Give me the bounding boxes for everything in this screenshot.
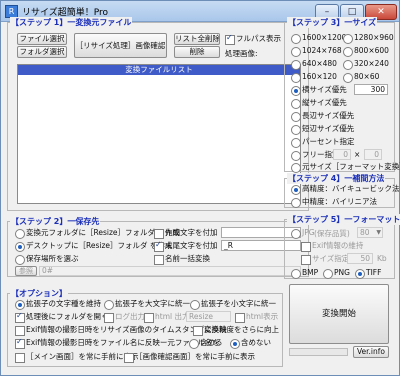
free-x-label: ×	[354, 150, 361, 159]
size-160-radio[interactable]: 160×120	[291, 72, 337, 83]
prefix-checkbox[interactable]: 先頭文字を付加	[154, 228, 218, 239]
suffix-checkbox[interactable]: 末尾文字を付加	[154, 240, 218, 252]
jpg-radio[interactable]: JPG	[291, 228, 315, 239]
size-limit-checkbox[interactable]: サイズ指定	[301, 254, 349, 265]
size-640-radio[interactable]: 640×480	[291, 59, 337, 70]
options-legend: 【オプション】	[10, 288, 68, 299]
size-1280-radio[interactable]: 1280×960	[343, 33, 394, 44]
main-window: R リサイズ超簡単！Pro – □ ✕ 【ステップ 1】一変換元ファイル ファイ…	[0, 0, 400, 376]
file-list[interactable]: 変換ファイルリスト	[17, 64, 301, 204]
ext-upper-radio[interactable]: 拡張子を大文字に統一	[104, 299, 190, 310]
include-original-radio[interactable]: 含める	[189, 338, 223, 349]
width-priority-radio[interactable]: 横サイズ優先	[291, 85, 347, 96]
chevron-down-icon: ▼	[376, 229, 381, 236]
short-side-priority-radio[interactable]: 短辺サイズ優先	[291, 124, 354, 135]
full-path-checkbox[interactable]: フルパス表示	[225, 33, 281, 45]
exif-keep-checkbox[interactable]: Exif情報の維持	[301, 241, 363, 252]
progress-bar	[289, 348, 348, 356]
version-info-button[interactable]: Ver.info	[353, 346, 389, 358]
long-side-priority-radio[interactable]: 長辺サイズ優先	[291, 111, 354, 122]
height-priority-radio[interactable]: 縦サイズ優先	[291, 98, 347, 109]
ext-keep-radio[interactable]: 拡張子の文字種を維持	[15, 299, 101, 310]
log-output-checkbox[interactable]: ログ出力	[104, 312, 145, 323]
size-unit-label: Kb	[377, 254, 387, 263]
size-80-radio[interactable]: 80×60	[343, 72, 379, 83]
html-output-checkbox[interactable]: html 出力	[144, 312, 189, 323]
size-800-radio[interactable]: 800×600	[343, 46, 389, 57]
confirm-front-checkbox[interactable]: ［画像確認画面］を常に手前に表示	[124, 352, 255, 363]
html-show-checkbox[interactable]: html表示	[235, 312, 278, 323]
jpg-quality-label: (保存品質)	[314, 229, 350, 238]
bmp-radio[interactable]: BMP	[291, 268, 318, 279]
resize-confirm-button[interactable]: ［リサイズ処理］画像確認	[74, 33, 167, 58]
list-clear-all-button[interactable]: リスト全削除	[174, 33, 220, 45]
file-list-header: 変換ファイルリスト	[18, 65, 300, 75]
log-name-input[interactable]: Resize	[186, 311, 231, 322]
original-size-radio[interactable]: 元サイズ［フォーマット変換］	[291, 162, 400, 173]
step1-legend: 【ステップ 1】一変換元ファイル	[10, 17, 133, 28]
free-height-input[interactable]: 0	[364, 149, 382, 160]
width-value-input[interactable]: 300	[354, 84, 388, 95]
convert-start-button[interactable]: 変換開始	[289, 284, 389, 344]
percent-radio[interactable]: パーセント指定	[291, 137, 355, 148]
step3-legend: 【ステップ 3】一サイズ	[287, 17, 378, 28]
exclude-original-radio[interactable]: 含めない	[230, 338, 271, 349]
browse-button[interactable]: 参照	[15, 266, 37, 276]
bilinear-radio[interactable]: 中精度：バイリニア法	[291, 197, 377, 208]
save-path-input[interactable]: 0#	[39, 266, 301, 276]
jpg-quality-value: 80	[360, 228, 370, 237]
size-limit-input[interactable]: 50	[347, 253, 373, 264]
step4-legend: 【ステップ 4】一補間方法	[287, 173, 386, 184]
file-select-button[interactable]: ファイル選択	[17, 33, 67, 45]
folder-select-button[interactable]: フォルダ選択	[17, 46, 67, 58]
main-front-checkbox[interactable]: ［メイン画面］を常に手前に表示	[15, 352, 139, 363]
save-desktop-radio[interactable]: デスクトップに［Resize］フォルダ を作成	[15, 241, 172, 252]
jpg-quality-select[interactable]: 80 ▼	[357, 227, 383, 238]
size-1024-radio[interactable]: 1024×768	[291, 46, 342, 57]
delete-button[interactable]: 削除	[174, 46, 220, 58]
step5-legend: 【ステップ 5】一フォーマット	[287, 214, 400, 225]
ext-lower-radio[interactable]: 拡張子を小文字に統一	[190, 299, 276, 310]
conversion-speed-checkbox[interactable]: 変換精度をさらに向上	[193, 325, 279, 336]
open-folder-checkbox[interactable]: 処理後にフォルダを開く	[15, 311, 109, 323]
tiff-radio[interactable]: TIFF	[355, 268, 381, 279]
size-320-radio[interactable]: 320×240	[343, 59, 389, 70]
size-1600-radio[interactable]: 1600×1200	[291, 33, 346, 44]
processing-image-label: 処理画像:	[225, 49, 258, 58]
save-choose-radio[interactable]: 保存場所を選ぶ	[15, 254, 79, 265]
step2-legend: 【ステップ 2】一保存先	[10, 216, 101, 227]
bicubic-radio[interactable]: 高精度：バイキュービック法	[291, 184, 400, 195]
rename-checkbox[interactable]: 名前一括変換	[154, 254, 210, 265]
free-width-input[interactable]: 0	[333, 149, 351, 160]
png-radio[interactable]: PNG	[323, 268, 350, 279]
